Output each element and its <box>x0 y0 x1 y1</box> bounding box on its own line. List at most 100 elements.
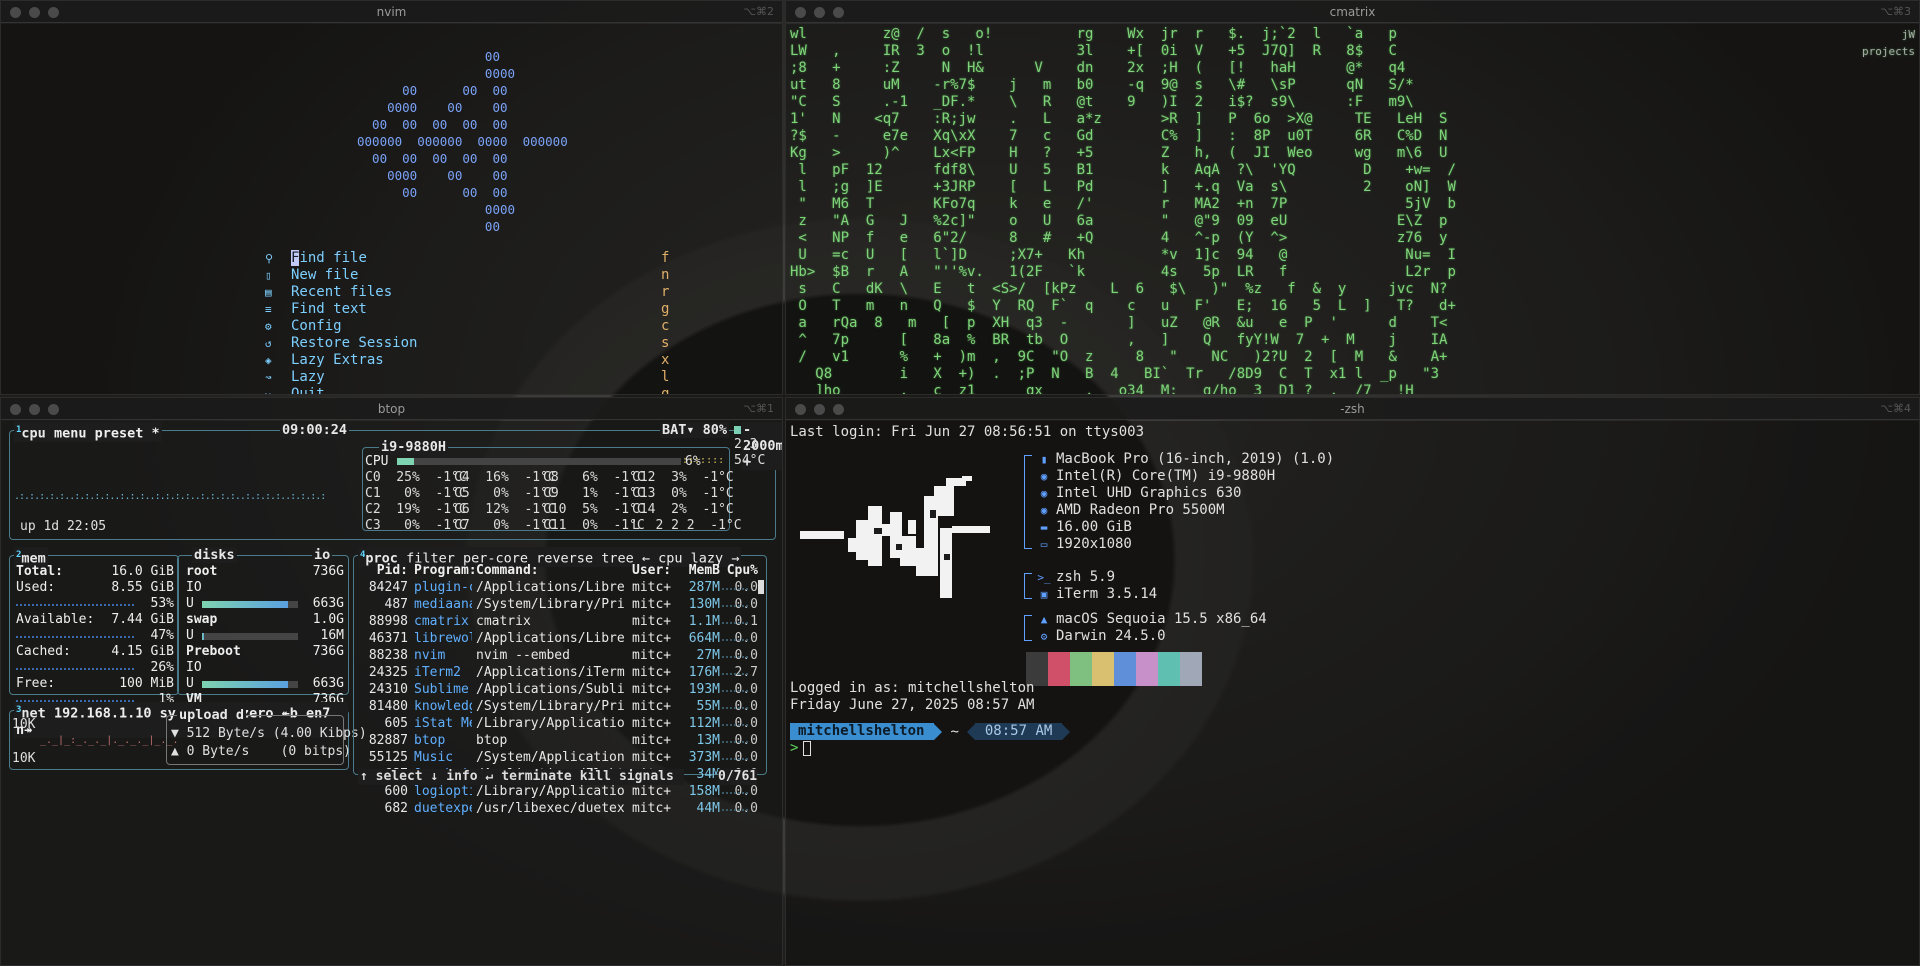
upload-rate: ▲ 0 Byte/s (0 bitps) <box>171 744 352 759</box>
restore-session-icon: ↺ <box>265 337 272 350</box>
date-line: Friday June 27, 2025 08:57 AM <box>790 697 1035 713</box>
cpu-core: C5 0% -1°C <box>454 486 556 501</box>
dashboard-item-key: s <box>661 335 670 351</box>
cpu-panel-header[interactable]: 1cpu menu preset * <box>14 422 162 442</box>
dashboard-item-key: r <box>661 284 670 300</box>
cpu-core: C3 0% -1°C <box>365 518 467 533</box>
recent-files-icon: ▤ <box>265 286 272 299</box>
dashboard-item-key: g <box>661 301 670 317</box>
search-icon: ⚲ <box>265 252 274 265</box>
net-ip: 192.168.1.10 <box>53 705 152 722</box>
matrix-rain: wl z@ / s o! rg Wx jr r $. j;`2 l `a p L… <box>786 24 1919 394</box>
proc-footer-action[interactable]: info ↵ <box>446 769 493 784</box>
nvim-dashboard: 00 0000 00 00 00 0000 00 00 00 00 00 00 … <box>1 24 782 394</box>
dashboard-item-label: Lazy <box>291 369 325 385</box>
disk-bar <box>202 601 298 608</box>
cpu-core: C10 5% -1°C <box>543 502 645 517</box>
dashboard-item-key: q <box>661 386 670 395</box>
cpu-freq: 2.3 <box>734 437 758 452</box>
dashboard-item-new-file[interactable]: ▯ New file n <box>265 267 675 284</box>
proc-footer-action[interactable]: terminate <box>501 769 571 784</box>
proc-footer-action[interactable]: kill <box>580 769 611 784</box>
mem-panel: 2mem Total: 16.0 GiB Used: 8.55 GiB 53% Availa… <box>9 547 179 707</box>
system-info-line: Intel UHD Graphics 630 <box>1056 485 1242 501</box>
mem-row: Used: 8.55 GiB <box>16 580 174 595</box>
dashboard-item-find-file[interactable]: ⚲ Find file f <box>265 250 675 267</box>
dashboard-item-lazy[interactable]: ↝ Lazy l <box>265 369 675 386</box>
zsh-terminal[interactable]: Last login: Fri Jun 27 08:56:51 on ttys0… <box>786 421 1919 965</box>
mem-row: Cached: 4.15 GiB <box>16 644 174 659</box>
ascii-logo <box>800 476 990 598</box>
gpu-icon: ◉ <box>1040 487 1048 500</box>
zsh-window[interactable]: -zsh ⌥⌘4 Last login: Fri Jun 27 08:56:51… <box>785 397 1920 966</box>
btop-content: 1cpu menu preset * 09:00:24 BAT▾ 80% - 2000… <box>1 421 782 965</box>
matrix-corner-text: jW projects <box>1862 28 1915 58</box>
menu-button[interactable]: menu <box>54 426 87 442</box>
matrix-text: wl z@ / s o! rg Wx jr r $. j;`2 l `a p L… <box>790 26 1456 395</box>
cmatrix-titlebar[interactable]: cmatrix ⌥⌘3 <box>786 1 1919 23</box>
system-info-line: macOS Sequoia 15.5 x86_64 <box>1056 611 1267 627</box>
terminal-cursor[interactable] <box>803 741 811 756</box>
zsh-titlebar[interactable]: -zsh ⌥⌘4 <box>786 398 1919 420</box>
prompt-icon: >_ <box>1037 571 1051 584</box>
window-shortcut: ⌥⌘1 <box>743 402 774 415</box>
disks-panel: disks io root 736G IO U 663G swap 1.0G U 16M Preboo… <box>177 547 349 707</box>
memory-icon: ▬ <box>1040 521 1048 534</box>
proc-col-cpu[interactable]: Cpu% <box>714 562 758 579</box>
palette-swatch <box>1048 652 1070 686</box>
dashboard-item-lazy-extras[interactable]: ◈ Lazy Extras x <box>265 352 675 369</box>
proc-count: 0/761 <box>718 769 758 785</box>
window-title: cmatrix <box>1329 5 1376 19</box>
cpu-core: C13 0% -1°C <box>632 486 734 501</box>
system-info-line: Darwin 24.5.0 <box>1056 628 1166 644</box>
disk-row: IO <box>186 660 202 675</box>
dashboard-item-restore-session[interactable]: ↺ Restore Session s <box>265 335 675 352</box>
io-title[interactable]: io <box>312 547 333 563</box>
window-shortcut: ⌥⌘3 <box>1880 5 1911 18</box>
system-info-line: MacBook Pro (16-inch, 2019) (1.0) <box>1056 451 1335 467</box>
nvim-window[interactable]: nvim ⌥⌘2 00 0000 00 00 00 0000 00 00 00 … <box>0 0 783 395</box>
disk-bar <box>202 681 298 688</box>
btop-titlebar[interactable]: btop ⌥⌘1 <box>1 398 782 420</box>
net-stats-box: upload d ▼ 512 Byte/s (4.00 Kibps) ▲ 0 Byt… <box>166 707 367 765</box>
cpu-cores-box: i9-9880H CPU 6% C0 25% -1°C C4 16% -1°C C8 6%… <box>362 439 742 533</box>
cmatrix-window[interactable]: cmatrix ⌥⌘3 wl z@ / s o! rg Wx jr r $. j… <box>785 0 1920 395</box>
preset-button[interactable]: preset * <box>95 426 160 442</box>
dashboard-item-key: f <box>661 250 670 266</box>
dashboard-item-quit[interactable]: ↦ Quit q <box>265 386 675 395</box>
dashboard-item-config[interactable]: ⚙ Config c <box>265 318 675 335</box>
dashboard-item-find-text[interactable]: ≡ Find text g <box>265 301 675 318</box>
palette-swatch <box>1114 652 1136 686</box>
cpu-model: i9-9880H <box>379 439 449 455</box>
btop-window[interactable]: btop ⌥⌘1 1cpu menu preset * 09:00:24 BAT▾ … <box>0 397 783 966</box>
proc-col-program[interactable]: Program: <box>414 562 477 579</box>
logged-in-line: Logged in as: mitchellshelton <box>790 680 1035 696</box>
proc-col-user[interactable]: User: <box>632 562 678 579</box>
proc-footer-action[interactable]: ↑ select ↓ <box>360 769 438 784</box>
window-title: nvim <box>376 5 407 19</box>
color-palette <box>1026 652 1206 686</box>
cpu-temp: 54°C <box>734 453 766 468</box>
dashboard-item-key: n <box>661 267 670 283</box>
lazy-icon: ↝ <box>265 371 272 384</box>
disk-row: Preboot 736G <box>186 644 344 659</box>
cpu-core: C0 25% -1°C <box>365 470 467 485</box>
cpu-graph: .:.:.:.:.:..:.:.:.:..:.:.:..:.:.:.:..:.:… <box>14 491 326 502</box>
mem-row: 53% <box>16 596 174 612</box>
system-info-line: zsh 5.9 <box>1056 569 1116 585</box>
palette-swatch <box>1092 652 1114 686</box>
dashboard-item-recent-files[interactable]: ▤ Recent files r <box>265 284 675 301</box>
proc-footer-action[interactable]: signals <box>619 769 674 784</box>
proc-col-pid[interactable]: Pid: <box>356 562 408 579</box>
config-icon: ⚙ <box>265 320 272 333</box>
system-info-line: iTerm 3.5.14 <box>1056 586 1158 602</box>
dashboard-item-key: c <box>661 318 670 334</box>
nvim-titlebar[interactable]: nvim ⌥⌘2 <box>1 1 782 23</box>
proc-scrollbar[interactable] <box>758 580 764 594</box>
palette-swatch <box>1136 652 1158 686</box>
last-login: Last login: Fri Jun 27 08:56:51 on ttys0… <box>790 424 1145 440</box>
palette-swatch <box>1158 652 1180 686</box>
cpu-total-label: CPU <box>365 454 389 469</box>
dashboard-item-label: New file <box>291 267 359 283</box>
proc-col-command[interactable]: Command: <box>476 562 628 579</box>
